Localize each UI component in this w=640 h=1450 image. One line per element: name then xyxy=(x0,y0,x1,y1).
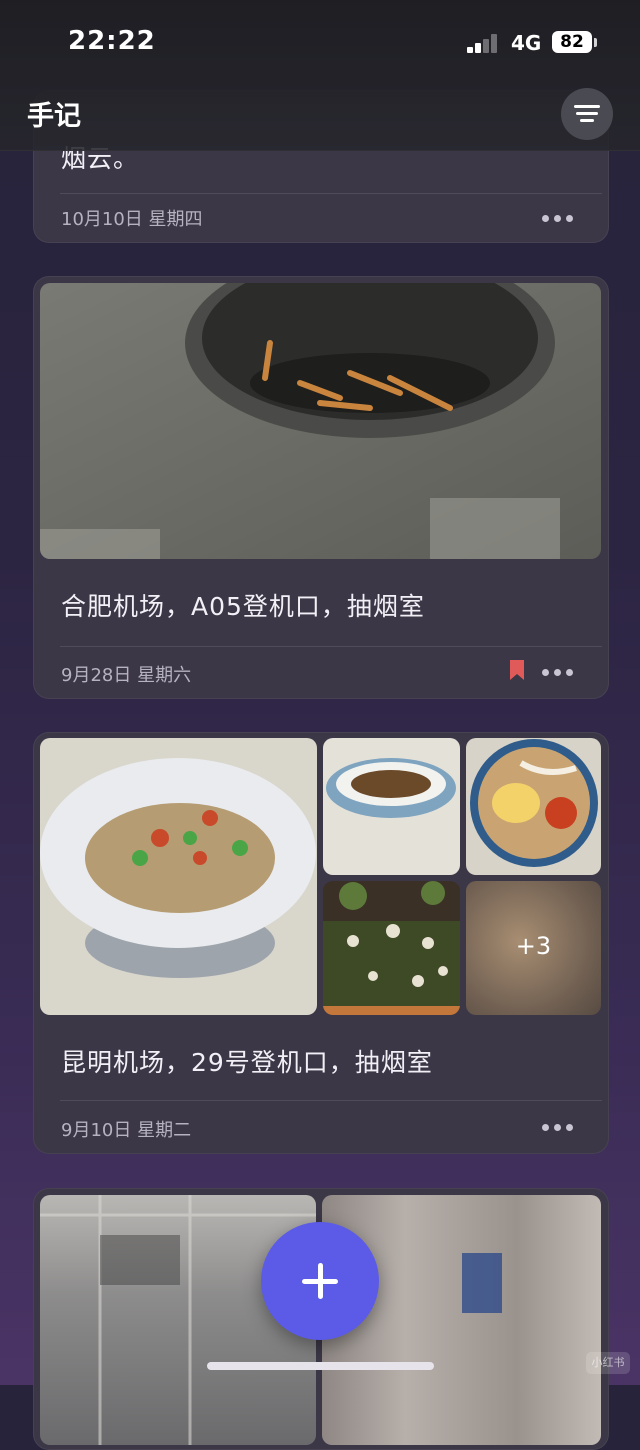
mushroom-plate-image xyxy=(323,738,460,875)
card-date: 10月10日 星期四 xyxy=(61,209,203,230)
add-entry-button[interactable] xyxy=(261,1222,379,1340)
page-title: 手记 xyxy=(27,101,81,132)
noodle-bowl-image xyxy=(466,738,601,875)
mushroom-display-photo[interactable] xyxy=(323,881,460,1015)
battery-icon: 82 xyxy=(552,31,592,53)
airport-hall-photo[interactable] xyxy=(40,1195,316,1445)
card-date: 9月10日 星期二 xyxy=(61,1120,192,1141)
card-divider xyxy=(60,646,602,647)
card-text: 昆明机场，29号登机口，抽烟室 xyxy=(61,1048,433,1077)
status-time: 22:22 xyxy=(68,26,156,56)
mushroom-plate-photo[interactable] xyxy=(323,738,460,875)
more-options-icon[interactable] xyxy=(542,669,574,677)
home-indicator[interactable] xyxy=(207,1362,434,1370)
journal-card[interactable]: +3 昆明机场，29号登机口，抽烟室 9月10日 星期二 xyxy=(33,732,609,1154)
ashtray-image xyxy=(40,283,601,559)
more-options-icon[interactable] xyxy=(542,1124,574,1132)
network-type: 4G xyxy=(511,31,542,55)
ashtray-photo[interactable] xyxy=(40,283,601,559)
journal-card[interactable]: 合肥机场，A05登机口，抽烟室 9月28日 星期六 xyxy=(33,276,609,699)
dish-photo[interactable] xyxy=(40,738,317,1015)
dish-image xyxy=(40,738,317,1015)
battery-tip xyxy=(594,38,597,47)
more-options-icon[interactable] xyxy=(542,215,574,223)
blurred-photo[interactable]: +3 xyxy=(466,881,601,1015)
blue-sign xyxy=(462,1253,502,1313)
card-divider xyxy=(60,193,602,194)
airport-hall-image xyxy=(40,1195,316,1445)
more-photos-count: +3 xyxy=(515,932,552,960)
bookmark-icon[interactable] xyxy=(510,660,524,680)
watermark: 小红书 xyxy=(586,1352,630,1374)
mushroom-display-image xyxy=(323,881,460,1015)
card-date: 9月28日 星期六 xyxy=(61,665,192,686)
card-divider xyxy=(60,1100,602,1101)
filter-lines-icon xyxy=(574,105,600,108)
card-text: 合肥机场，A05登机口，抽烟室 xyxy=(61,592,425,621)
cellular-signal-icon xyxy=(467,33,501,53)
noodle-bowl-photo[interactable] xyxy=(466,738,601,875)
filter-menu-button[interactable] xyxy=(561,88,613,140)
status-bar: 22:22 4G 82 xyxy=(0,0,640,88)
